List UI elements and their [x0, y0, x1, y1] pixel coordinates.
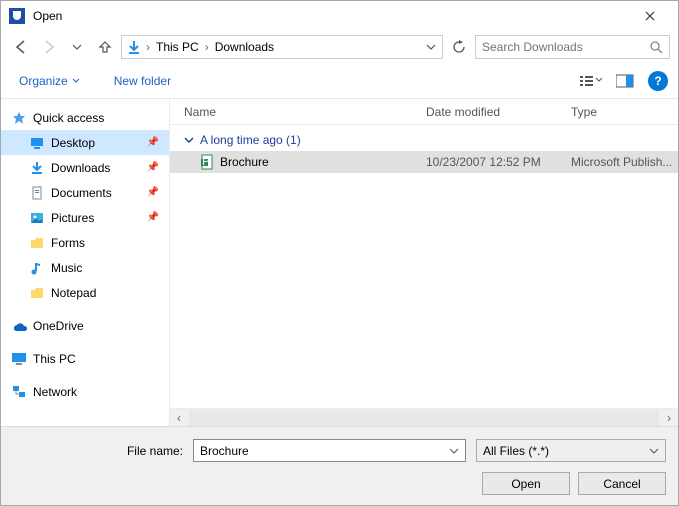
sidebar-item-pictures[interactable]: Pictures 📌: [1, 205, 169, 230]
file-list-area: Name Date modified Type A long time ago …: [169, 99, 678, 426]
folder-icon: [29, 285, 45, 301]
scroll-right-icon[interactable]: ›: [660, 411, 678, 425]
organize-button[interactable]: Organize: [11, 70, 88, 92]
column-headers: Name Date modified Type: [170, 99, 678, 125]
sidebar-label: This PC: [33, 352, 76, 366]
sidebar-label: Pictures: [51, 211, 94, 225]
back-button[interactable]: [9, 35, 33, 59]
sidebar-this-pc[interactable]: This PC: [1, 346, 169, 371]
breadcrumb-downloads[interactable]: Downloads: [211, 40, 278, 54]
sidebar-label: Network: [33, 385, 77, 399]
chevron-down-icon: [72, 77, 80, 85]
pin-icon: 📌: [147, 137, 159, 148]
navigation-pane[interactable]: Quick access Desktop 📌 Downloads 📌 Docum…: [1, 99, 169, 426]
sidebar-onedrive[interactable]: OneDrive: [1, 313, 169, 338]
sidebar-label: Downloads: [51, 161, 110, 175]
cancel-label: Cancel: [603, 477, 640, 491]
toolbar: Organize New folder ?: [1, 63, 678, 99]
sidebar-label: OneDrive: [33, 319, 84, 333]
address-bar[interactable]: › This PC › Downloads: [121, 35, 443, 59]
dialog-footer: File name: All Files (*.*) Open Cancel: [1, 426, 678, 505]
refresh-button[interactable]: [447, 35, 471, 59]
file-list[interactable]: A long time ago (1) P Brochure 10/23/200…: [170, 125, 678, 408]
filename-label: File name:: [13, 444, 183, 458]
sidebar-label: Music: [51, 261, 82, 275]
titlebar: Open: [1, 1, 678, 31]
chevron-down-icon: [649, 446, 659, 456]
help-button[interactable]: ?: [648, 71, 668, 91]
desktop-icon: [29, 135, 45, 151]
column-type[interactable]: Type: [571, 105, 678, 119]
filetype-filter[interactable]: All Files (*.*): [476, 439, 666, 462]
file-date: 10/23/2007 12:52 PM: [426, 155, 571, 169]
filename-input[interactable]: [200, 444, 449, 458]
sidebar-network[interactable]: Network: [1, 379, 169, 404]
search-input[interactable]: [482, 40, 649, 54]
sidebar-item-documents[interactable]: Documents 📌: [1, 180, 169, 205]
group-label: A long time ago (1): [200, 133, 301, 147]
sidebar-quick-access[interactable]: Quick access: [1, 105, 169, 130]
scroll-track[interactable]: [189, 410, 659, 426]
preview-pane-button[interactable]: [610, 69, 640, 93]
open-button[interactable]: Open: [482, 472, 570, 495]
file-name: Brochure: [220, 155, 269, 169]
close-button[interactable]: [630, 1, 670, 31]
file-row[interactable]: P Brochure 10/23/2007 12:52 PM Microsoft…: [170, 151, 678, 173]
up-button[interactable]: [93, 35, 117, 59]
onedrive-icon: [11, 318, 27, 334]
publisher-file-icon: P: [200, 154, 214, 170]
pin-icon: 📌: [147, 212, 159, 223]
forward-button[interactable]: [37, 35, 61, 59]
sidebar-label: Notepad: [51, 286, 96, 300]
music-icon: [29, 260, 45, 276]
documents-icon: [29, 185, 45, 201]
cancel-button[interactable]: Cancel: [578, 472, 666, 495]
svg-text:P: P: [202, 154, 210, 168]
search-icon[interactable]: [649, 40, 663, 54]
chevron-right-icon[interactable]: ›: [203, 40, 211, 54]
main-area: Quick access Desktop 📌 Downloads 📌 Docum…: [1, 99, 678, 426]
sidebar-item-forms[interactable]: Forms: [1, 230, 169, 255]
filter-label: All Files (*.*): [483, 444, 649, 458]
downloads-icon: [29, 160, 45, 176]
downloads-path-icon: [124, 39, 144, 55]
new-folder-button[interactable]: New folder: [106, 70, 179, 92]
window-title: Open: [33, 9, 630, 23]
navigation-row: › This PC › Downloads: [1, 31, 678, 63]
pin-icon: 📌: [147, 187, 159, 198]
pc-icon: [11, 351, 27, 367]
chevron-right-icon[interactable]: ›: [144, 40, 152, 54]
sidebar-item-music[interactable]: Music: [1, 255, 169, 280]
chevron-down-icon[interactable]: [449, 446, 459, 456]
address-dropdown-icon[interactable]: [422, 42, 440, 52]
sidebar-label: Documents: [51, 186, 112, 200]
scroll-left-icon[interactable]: ‹: [170, 411, 188, 425]
sidebar-label: Forms: [51, 236, 85, 250]
view-options-button[interactable]: [576, 69, 606, 93]
horizontal-scrollbar[interactable]: ‹ ›: [170, 408, 678, 426]
folder-icon: [29, 235, 45, 251]
organize-label: Organize: [19, 74, 68, 88]
search-box[interactable]: [475, 35, 670, 59]
column-date[interactable]: Date modified: [426, 105, 571, 119]
sidebar-item-downloads[interactable]: Downloads 📌: [1, 155, 169, 180]
sidebar-item-desktop[interactable]: Desktop 📌: [1, 130, 169, 155]
pin-icon: 📌: [147, 162, 159, 173]
column-name[interactable]: Name: [170, 105, 426, 119]
filename-combo[interactable]: [193, 439, 466, 462]
star-icon: [11, 110, 27, 126]
breadcrumb-this-pc[interactable]: This PC: [152, 40, 203, 54]
group-header[interactable]: A long time ago (1): [170, 125, 678, 151]
sidebar-item-notepad[interactable]: Notepad: [1, 280, 169, 305]
pictures-icon: [29, 210, 45, 226]
network-icon: [11, 384, 27, 400]
chevron-down-icon: [184, 135, 194, 145]
file-type: Microsoft Publish...: [571, 155, 678, 169]
open-label: Open: [511, 477, 540, 491]
recent-locations-dropdown[interactable]: [65, 35, 89, 59]
new-folder-label: New folder: [114, 74, 171, 88]
sidebar-label: Quick access: [33, 111, 104, 125]
app-icon: [9, 8, 25, 24]
sidebar-label: Desktop: [51, 136, 95, 150]
